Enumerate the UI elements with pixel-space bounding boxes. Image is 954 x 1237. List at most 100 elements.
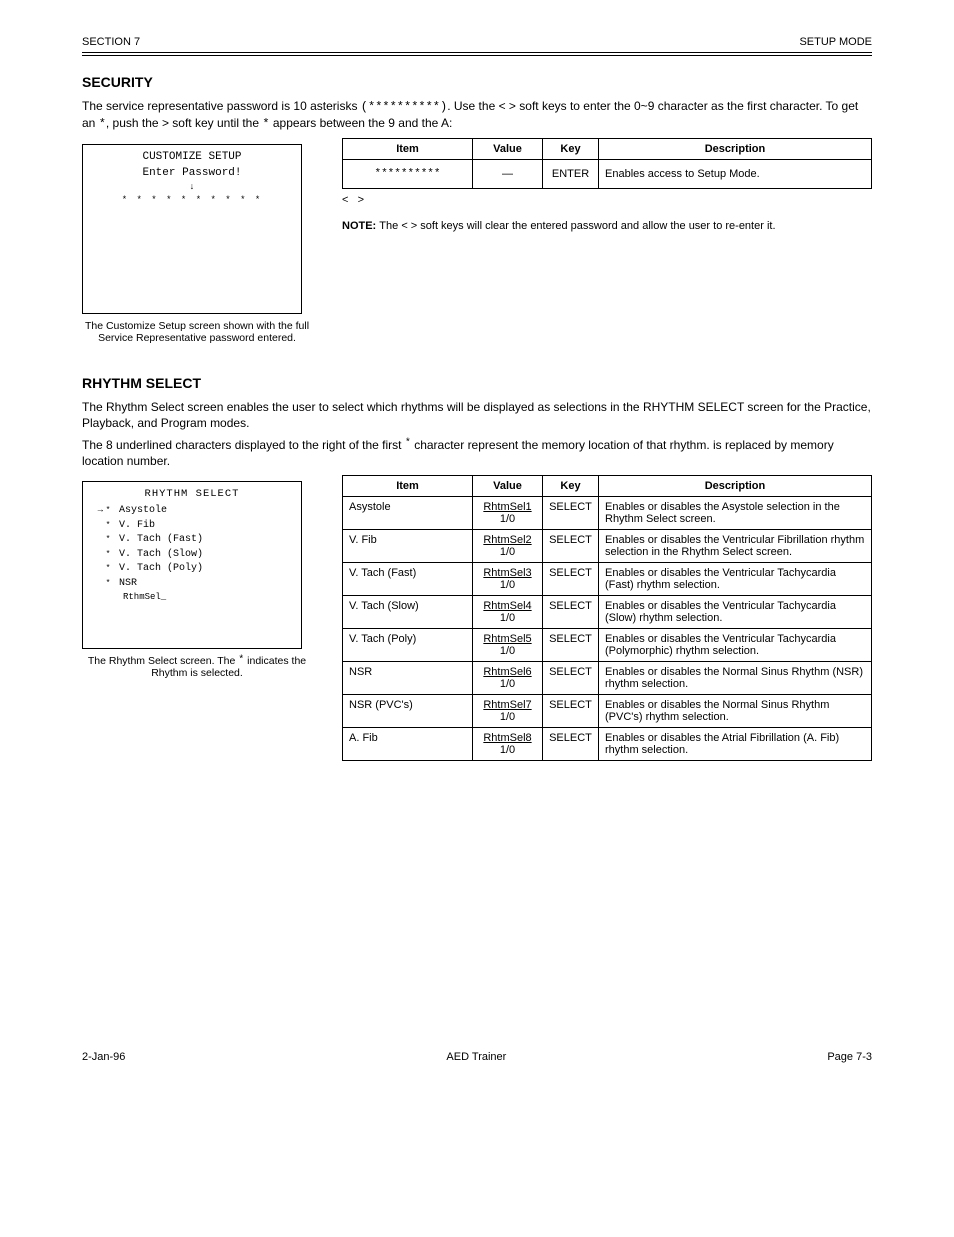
cell-value: RhtmSel51/0 xyxy=(473,629,543,662)
menu-bullet-icon: * xyxy=(103,563,113,575)
rhythm-p1: The Rhythm Select screen enables the use… xyxy=(82,399,872,431)
menu-item-label: V. Tach (Fast) xyxy=(119,533,203,548)
menu-item: * V. Fib xyxy=(91,519,293,534)
menu-bullet-icon: * xyxy=(103,520,113,532)
menu-item: * V. Tach (Slow) xyxy=(91,548,293,563)
table-row: NSRRhtmSel61/0SELECTEnables or disables … xyxy=(343,662,872,695)
cell-desc: Enables or disables the Ventricular Tach… xyxy=(599,596,872,629)
th-key: Key xyxy=(543,476,599,497)
menu-item: * NSR xyxy=(91,577,293,592)
header-left: SECTION 7 xyxy=(82,36,140,48)
security-note-text: NOTE: The < > soft keys will clear the e… xyxy=(342,219,872,234)
cell-item: Asystole xyxy=(343,497,473,530)
table-header-row: Item Value Key Description xyxy=(343,476,872,497)
cell-item: V. Tach (Fast) xyxy=(343,563,473,596)
cell-key: SELECT xyxy=(543,563,599,596)
cell-item: NSR (PVC's) xyxy=(343,695,473,728)
menu-item: * V. Tach (Poly) xyxy=(91,562,293,577)
cell-key: SELECT xyxy=(543,497,599,530)
cell-item: ********** xyxy=(343,160,473,189)
table-row: NSR (PVC's)RhtmSel71/0SELECTEnables or d… xyxy=(343,695,872,728)
cell-value: RhtmSel11/0 xyxy=(473,497,543,530)
cell-item: NSR xyxy=(343,662,473,695)
header-rule xyxy=(82,52,872,56)
table-row: V. Tach (Slow)RhtmSel41/0SELECTEnables o… xyxy=(343,596,872,629)
footer-center: AED Trainer xyxy=(446,1051,506,1063)
cell-desc: Enables or disables the Asystole selecti… xyxy=(599,497,872,530)
cell-item: V. Tach (Poly) xyxy=(343,629,473,662)
footer-left: 2-Jan-96 xyxy=(82,1051,125,1063)
rhythm-title: RHYTHM SELECT xyxy=(82,375,872,391)
cell-key: SELECT xyxy=(543,596,599,629)
cell-value: RhtmSel61/0 xyxy=(473,662,543,695)
angle-keys-1: < > xyxy=(499,99,516,113)
table-row: A. FibRhtmSel81/0SELECTEnables or disabl… xyxy=(343,728,872,761)
menu-item: →* Asystole xyxy=(91,504,293,519)
menu-title: RHYTHM SELECT xyxy=(91,488,293,500)
table-row: V. Tach (Poly)RhtmSel51/0SELECTEnables o… xyxy=(343,629,872,662)
security-table: Item Value Key Description ********** — … xyxy=(342,138,872,189)
cell-value: — xyxy=(473,160,543,189)
cell-key: SELECT xyxy=(543,662,599,695)
menu-bullet-icon: * xyxy=(103,505,113,517)
header-right: SETUP MODE xyxy=(799,36,872,48)
cell-value: RhtmSel71/0 xyxy=(473,695,543,728)
cell-item: V. Fib xyxy=(343,530,473,563)
menu-item: * V. Tach (Fast) xyxy=(91,533,293,548)
rhythm-menu-caption: The Rhythm Select screen. The * indicate… xyxy=(82,655,312,679)
asterisk-char-1: * xyxy=(99,117,106,131)
cell-desc: Enables or disables the Normal Sinus Rhy… xyxy=(599,662,872,695)
cell-value: RhtmSel21/0 xyxy=(473,530,543,563)
rhythm-table: Item Value Key Description AsystoleRhtmS… xyxy=(342,475,872,761)
cell-key: ENTER xyxy=(543,160,599,189)
cell-value: RhtmSel81/0 xyxy=(473,728,543,761)
footer-right: Page 7-3 xyxy=(827,1051,872,1063)
cell-desc: Enables or disables the Ventricular Tach… xyxy=(599,629,872,662)
asterisk-char-2: * xyxy=(262,117,269,131)
cell-desc: Enables or disables the Ventricular Tach… xyxy=(599,563,872,596)
th-desc: Description xyxy=(599,476,872,497)
menu-bullet-icon: * xyxy=(103,578,113,590)
menu-bullet-icon: * xyxy=(103,534,113,546)
menu-item-label: NSR xyxy=(119,577,137,592)
angle-keys-2: < > xyxy=(342,194,364,206)
table-row: V. Tach (Fast)RhtmSel31/0SELECTEnables o… xyxy=(343,563,872,596)
cell-desc: Enables or disables the Normal Sinus Rhy… xyxy=(599,695,872,728)
down-arrow-icon: ↓ xyxy=(83,182,301,193)
table-header-row: Item Value Key Description xyxy=(343,139,872,160)
security-lcd: CUSTOMIZE SETUP Enter Password! ↓ * * * … xyxy=(82,144,302,314)
lcd-stars: * * * * * * * * * * xyxy=(83,195,301,206)
table-row: ********** — ENTER Enables access to Set… xyxy=(343,160,872,189)
th-item: Item xyxy=(343,139,473,160)
th-desc: Description xyxy=(599,139,872,160)
cell-value: RhtmSel41/0 xyxy=(473,596,543,629)
table-row: V. FibRhtmSel21/0SELECTEnables or disabl… xyxy=(343,530,872,563)
cell-key: SELECT xyxy=(543,530,599,563)
th-item: Item xyxy=(343,476,473,497)
th-value: Value xyxy=(473,476,543,497)
menu-item-label: V. Tach (Poly) xyxy=(119,562,203,577)
security-paragraph: The service representative password is 1… xyxy=(82,98,872,132)
menu-item-label: V. Tach (Slow) xyxy=(119,548,203,563)
menu-bullet-icon: * xyxy=(103,549,113,561)
lcd-line2: Enter Password! xyxy=(83,167,301,180)
cell-desc: Enables or disables the Atrial Fibrillat… xyxy=(599,728,872,761)
rhythm-menu: RHYTHM SELECT →*Asystole*V. Fib*V. Tach … xyxy=(82,481,302,649)
menu-arrow-icon: → xyxy=(91,504,103,517)
cell-item: V. Tach (Slow) xyxy=(343,596,473,629)
table-row: AsystoleRhtmSel11/0SELECTEnables or disa… xyxy=(343,497,872,530)
menu-rthmsel: RthmSel_ xyxy=(123,591,166,604)
security-title: SECURITY xyxy=(82,74,872,90)
cell-value: RhtmSel31/0 xyxy=(473,563,543,596)
security-note: < > xyxy=(342,193,872,208)
security-lcd-caption: The Customize Setup screen shown with th… xyxy=(82,320,312,344)
th-value: Value xyxy=(473,139,543,160)
cell-key: SELECT xyxy=(543,695,599,728)
menu-item-label: Asystole xyxy=(119,504,167,519)
cell-desc: Enables or disables the Ventricular Fibr… xyxy=(599,530,872,563)
stars-literal: (**********) xyxy=(361,100,447,114)
rhythm-p2: The 8 underlined characters displayed to… xyxy=(82,437,872,469)
menu-item-label: V. Fib xyxy=(119,519,155,534)
cell-key: SELECT xyxy=(543,629,599,662)
lcd-line1: CUSTOMIZE SETUP xyxy=(83,151,301,164)
